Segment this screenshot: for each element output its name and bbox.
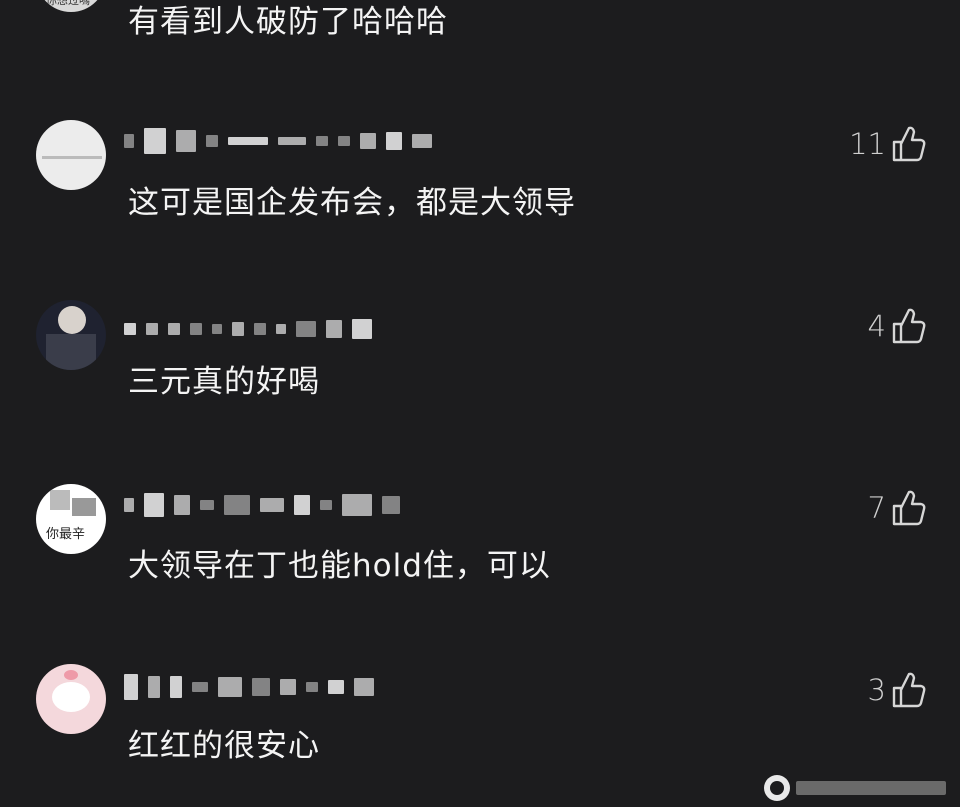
thumbs-up-icon: [890, 306, 926, 346]
thumbs-up-icon: [890, 488, 926, 528]
avatar[interactable]: [36, 664, 106, 734]
avatar[interactable]: 你想过嗎: [36, 0, 106, 12]
thumbs-up-icon: [890, 670, 926, 710]
watermark-text-redacted: [796, 781, 946, 795]
watermark: [764, 775, 946, 801]
username-redacted[interactable]: [124, 674, 584, 700]
avatar[interactable]: [36, 120, 106, 190]
like-button[interactable]: 4: [868, 304, 926, 348]
like-button[interactable]: 7: [868, 486, 926, 530]
thumbs-up-icon: [890, 124, 926, 164]
comment-text: 红红的很安心: [128, 728, 320, 764]
weibo-logo-icon: [764, 775, 790, 801]
avatar[interactable]: 你最辛: [36, 484, 106, 554]
like-button[interactable]: 11: [849, 122, 926, 166]
username-redacted[interactable]: [124, 492, 584, 518]
avatar-caption: 你想过嗎: [46, 0, 90, 7]
comment-text: 大领导在丁也能hold住，可以: [128, 548, 551, 584]
comment-text: 有看到人破防了哈哈哈: [128, 4, 448, 40]
like-button[interactable]: 3: [868, 668, 926, 712]
avatar-caption: 你最辛: [46, 527, 86, 542]
like-count: 11: [849, 127, 886, 161]
comment-text: 三元真的好喝: [128, 364, 320, 400]
like-count: 7: [867, 491, 886, 525]
avatar[interactable]: [36, 300, 106, 370]
comment-text: 这可是国企发布会，都是大领导: [128, 185, 576, 221]
like-count: 4: [867, 309, 886, 343]
username-redacted[interactable]: [124, 316, 584, 342]
username-redacted[interactable]: [124, 128, 584, 154]
like-count: 3: [867, 673, 886, 707]
